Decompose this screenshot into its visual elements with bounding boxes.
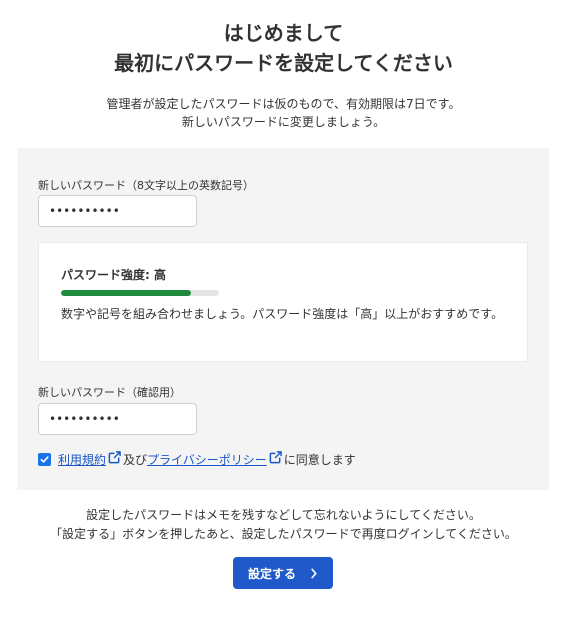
- agreement-row: 利用規約 及び プライバシーポリシー に同意します: [38, 450, 356, 468]
- checkmark-icon: [40, 455, 49, 463]
- external-link-icon[interactable]: [269, 451, 282, 467]
- confirm-password-input[interactable]: [38, 403, 197, 435]
- intro-text: 管理者が設定したパスワードは仮のもので、有効期限は7日です。 新しいパスワードに…: [0, 95, 567, 131]
- terms-link[interactable]: 利用規約: [58, 451, 106, 468]
- new-password-label: 新しいパスワード（8文字以上の英数記号）: [38, 179, 254, 192]
- password-form-panel: 新しいパスワード（8文字以上の英数記号） パスワード強度: 高 数字や記号を組み…: [17, 148, 549, 490]
- confirm-password-label: 新しいパスワード（確認用）: [38, 386, 181, 399]
- intro-line2: 新しいパスワードに変更しましょう。: [181, 115, 386, 129]
- password-note: 設定したパスワードはメモを残すなどして忘れないようにしてください。 「設定する」…: [0, 506, 567, 544]
- agree-checkbox[interactable]: [38, 452, 51, 466]
- password-strength-bar-fill: [61, 290, 191, 296]
- agreement-connector: 及び: [123, 452, 148, 467]
- submit-button-label: 設定する: [247, 566, 296, 581]
- new-password-input[interactable]: [38, 195, 197, 227]
- password-note-line2: 「設定する」ボタンを押したあと、設定したパスワードで再度ログインしてください。: [50, 527, 517, 541]
- intro-line1: 管理者が設定したパスワードは仮のもので、有効期限は7日です。: [106, 97, 461, 111]
- page-title: はじめまして 最初にパスワードを設定してください: [0, 18, 567, 78]
- page-title-line2: 最初にパスワードを設定してください: [114, 51, 453, 75]
- password-strength-bar: [61, 290, 219, 296]
- agreement-suffix: に同意します: [283, 452, 356, 467]
- submit-button[interactable]: 設定する: [233, 557, 333, 589]
- chevron-right-icon: [311, 568, 317, 578]
- password-strength-box: パスワード強度: 高 数字や記号を組み合わせましょう。パスワード強度は「高」以上…: [38, 242, 528, 362]
- password-strength-title: パスワード強度: 高: [61, 268, 166, 282]
- external-link-icon[interactable]: [108, 451, 122, 467]
- page-title-line1: はじめまして: [223, 21, 344, 45]
- password-strength-hint: 数字や記号を組み合わせましょう。パスワード強度は「高」以上がおすすめです。: [61, 307, 504, 321]
- privacy-policy-link[interactable]: プライバシーポリシー: [147, 451, 267, 468]
- password-note-line1: 設定したパスワードはメモを残すなどして忘れないようにしてください。: [86, 508, 481, 522]
